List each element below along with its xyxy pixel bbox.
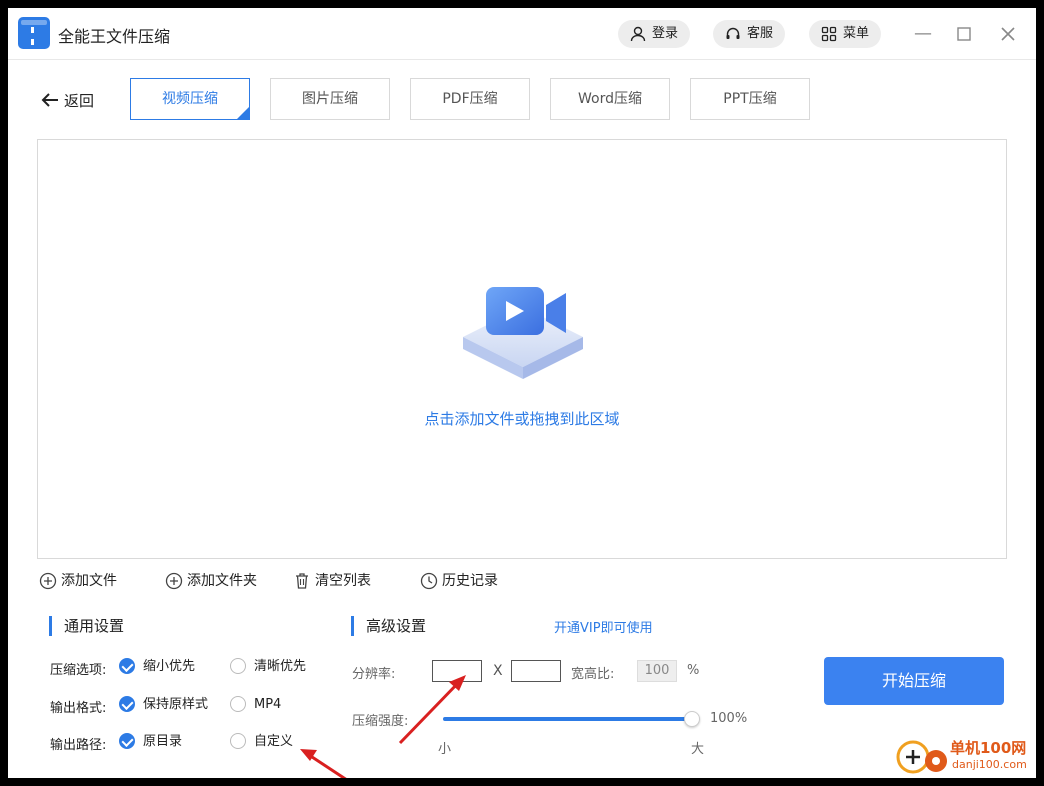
general-settings-title: 通用设置 <box>49 616 124 636</box>
format-option-mp4[interactable]: MP4 <box>230 696 281 714</box>
start-compress-button[interactable]: 开始压缩 <box>824 657 1004 705</box>
tab-image-compress[interactable]: 图片压缩 <box>270 78 390 120</box>
headset-icon <box>726 27 740 39</box>
app-title: 全能王文件压缩 <box>58 27 171 46</box>
output-path-label: 输出路径: <box>50 738 107 753</box>
back-button[interactable]: 返回 <box>40 90 94 112</box>
path-option-original-dir[interactable]: 原目录 <box>119 733 182 751</box>
strength-max-label: 大 <box>691 742 705 757</box>
watermark: 单机100网 danji100.com <box>888 734 1038 780</box>
title-bar: 全能王文件压缩 登录 客服 菜单 — <box>8 8 1036 60</box>
add-file-button[interactable]: 添加文件 <box>39 572 117 590</box>
watermark-brand: 单机100网 <box>950 739 1027 757</box>
aspect-ratio-input[interactable]: 100 <box>637 660 677 682</box>
option-label: 自定义 <box>254 734 294 749</box>
watermark-url: danji100.com <box>952 758 1027 771</box>
user-icon <box>630 26 646 42</box>
plus-circle-icon <box>39 572 57 590</box>
resolution-width-input[interactable] <box>432 660 482 682</box>
history-button[interactable]: 历史记录 <box>420 572 498 590</box>
tab-label: PPT压缩 <box>723 91 777 107</box>
minimize-icon[interactable]: — <box>911 22 935 46</box>
tab-label: Word压缩 <box>578 91 642 107</box>
strength-slider-track[interactable] <box>443 717 691 721</box>
vip-link[interactable]: 开通VIP即可使用 <box>554 617 653 636</box>
resolution-label: 分辨率: <box>352 667 396 682</box>
resolution-height-input[interactable] <box>511 660 561 682</box>
app-logo-icon <box>18 17 50 49</box>
file-drop-zone[interactable]: 点击添加文件或拖拽到此区域 <box>37 139 1007 559</box>
output-format-label: 输出格式: <box>50 701 107 716</box>
radio-icon <box>230 733 246 749</box>
strength-slider-handle[interactable] <box>684 711 700 727</box>
option-label: MP4 <box>254 697 282 712</box>
menu-button[interactable]: 菜单 <box>809 20 882 48</box>
grid-icon <box>821 26 837 42</box>
plus-circle-icon <box>165 572 183 590</box>
tab-video-compress[interactable]: 视频压缩 <box>130 78 250 120</box>
clock-icon <box>420 572 438 590</box>
strength-label: 压缩强度: <box>352 714 409 729</box>
format-option-original[interactable]: 保持原样式 <box>119 696 208 714</box>
radio-icon <box>230 658 246 674</box>
compress-option-clearer[interactable]: 清晰优先 <box>230 658 306 676</box>
advanced-settings-title: 高级设置 <box>351 616 426 636</box>
checked-radio-icon <box>119 696 135 712</box>
option-label: 清晰优先 <box>254 659 307 674</box>
option-label: 原目录 <box>143 734 183 749</box>
video-camera-icon <box>463 287 583 379</box>
strength-value: 100% <box>710 711 748 726</box>
active-corner-mark <box>237 107 249 119</box>
login-button[interactable]: 登录 <box>618 20 691 48</box>
login-label: 登录 <box>652 26 679 41</box>
tab-label: PDF压缩 <box>442 91 498 107</box>
back-label: 返回 <box>64 92 95 110</box>
close-icon[interactable] <box>996 22 1020 46</box>
add-file-label: 添加文件 <box>61 573 117 589</box>
strength-min-label: 小 <box>438 742 452 757</box>
tab-label: 视频压缩 <box>162 91 218 107</box>
tab-label: 图片压缩 <box>302 91 358 107</box>
aspect-ratio-label: 宽高比: <box>571 667 615 682</box>
radio-icon <box>230 696 246 712</box>
option-label: 缩小优先 <box>143 659 196 674</box>
app-window: 全能王文件压缩 登录 客服 菜单 — 返回 视频压缩 图片压缩 PDF压缩 Wo… <box>8 8 1036 778</box>
resolution-separator: X <box>493 663 503 679</box>
trash-icon <box>296 573 308 589</box>
compress-option-smaller[interactable]: 缩小优先 <box>119 658 195 676</box>
clear-list-label: 清空列表 <box>315 573 371 589</box>
option-label: 保持原样式 <box>143 697 209 712</box>
tab-ppt-compress[interactable]: PPT压缩 <box>690 78 810 120</box>
path-option-custom[interactable]: 自定义 <box>230 733 293 751</box>
tab-pdf-compress[interactable]: PDF压缩 <box>410 78 530 120</box>
add-folder-label: 添加文件夹 <box>187 573 257 589</box>
checked-radio-icon <box>119 733 135 749</box>
aspect-ratio-unit: % <box>687 663 700 678</box>
service-button[interactable]: 客服 <box>713 20 786 48</box>
menu-label: 菜单 <box>843 26 870 41</box>
clear-list-button[interactable]: 清空列表 <box>293 572 371 590</box>
compress-option-label: 压缩选项: <box>50 663 107 678</box>
tab-word-compress[interactable]: Word压缩 <box>550 78 670 120</box>
history-label: 历史记录 <box>442 573 498 589</box>
checked-radio-icon <box>119 658 135 674</box>
add-folder-button[interactable]: 添加文件夹 <box>165 572 257 590</box>
drop-hint: 点击添加文件或拖拽到此区域 <box>424 410 620 428</box>
maximize-icon[interactable] <box>952 22 976 46</box>
watermark-logo-icon <box>896 740 947 774</box>
arrow-left-icon <box>40 90 60 113</box>
service-label: 客服 <box>747 26 774 41</box>
